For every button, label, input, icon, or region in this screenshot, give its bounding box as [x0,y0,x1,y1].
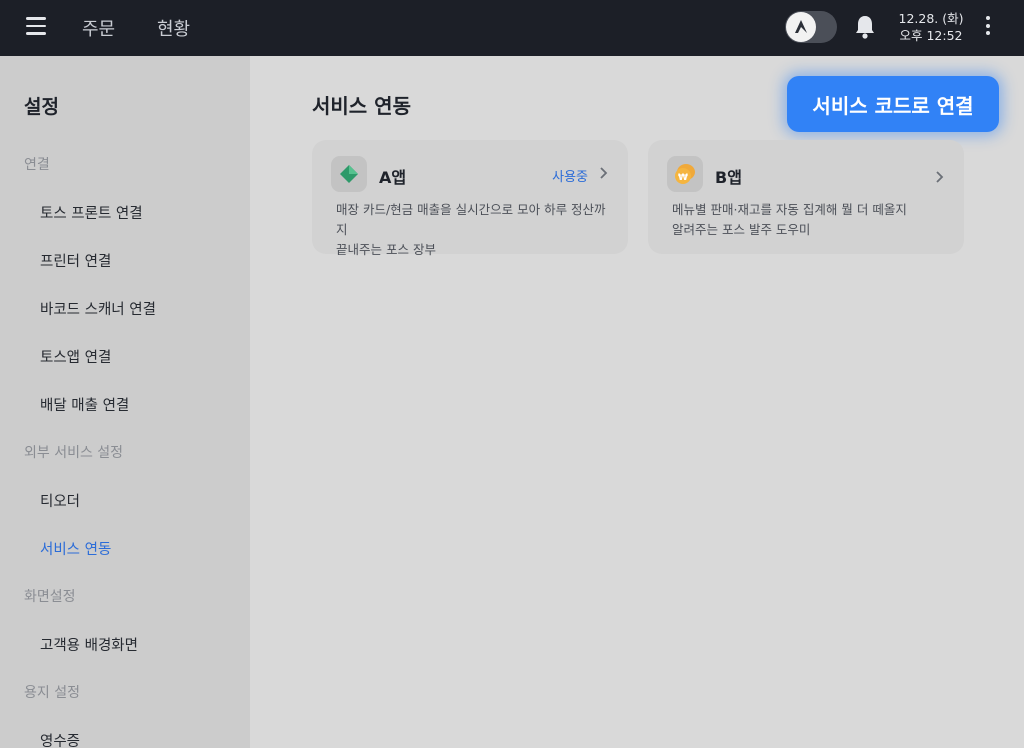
sidebar-item-toss-front[interactable]: 토스 프론트 연결 [40,202,143,223]
card-description: 매장 카드/현금 매출을 실시간으로 모아 하루 정산까지 끝내주는 포스 장부 [336,200,616,260]
sidebar-item-toss-app[interactable]: 토스앱 연결 [40,346,111,367]
section-external-services: 외부 서비스 설정 [24,445,124,461]
more-options-icon[interactable] [982,16,994,38]
tab-status[interactable]: 현황 [157,15,190,41]
card-desc-line: 알려주는 포스 발주 도우미 [672,222,811,237]
date-time: 12.28. (화) 오후 12:52 [896,10,966,44]
card-app-name: A앱 [379,168,407,187]
card-desc-line: 메뉴별 판매·재고를 자동 집계해 뭘 더 떼올지 [672,202,907,217]
time-text: 오후 12:52 [899,28,963,43]
tab-orders[interactable]: 주문 [82,15,115,41]
section-connection: 연결 [24,157,50,173]
green-diamond-icon [331,156,367,192]
card-app-name: B앱 [715,168,742,187]
card-description: 메뉴별 판매·재고를 자동 집계해 뭘 더 떼올지 알려주는 포스 발주 도우미 [672,200,952,240]
bell-icon[interactable] [853,14,877,40]
page-title: 서비스 연동 [312,94,411,118]
sidebar-item-barcode-scanner[interactable]: 바코드 스캐너 연결 [40,298,156,319]
status-badge: 사용중 [552,170,588,185]
sidebar-item-receipt[interactable]: 영수증 [40,730,80,748]
sidebar-item-tiorder[interactable]: 티오더 [40,490,80,511]
chevron-right-icon [600,167,608,179]
service-card-a[interactable]: A앱 사용중 매장 카드/현금 매출을 실시간으로 모아 하루 정산까지 끝내주… [312,140,628,257]
toggle-knob [786,12,816,42]
connect-by-code-button[interactable]: 서비스 코드로 연결 [787,76,999,132]
sidebar-item-customer-wallpaper[interactable]: 고객용 배경화면 [40,634,138,655]
pos-logo-icon [795,20,807,33]
svg-text:₩: ₩ [678,173,688,183]
section-display-settings: 화면설정 [24,589,76,605]
chevron-right-icon [936,171,944,183]
main-content: 서비스 연동 서비스 코드로 연결 A앱 사용중 매장 카드/현금 매출을 실시… [250,56,1024,748]
settings-sidebar: 설정 연결 토스 프론트 연결 프린터 연결 바코드 스캐너 연결 토스앱 연결… [0,56,250,748]
service-card-b[interactable]: ₩ B앱 메뉴별 판매·재고를 자동 집계해 뭘 더 떼올지 알려주는 포스 발… [648,140,964,254]
card-desc-line: 끝내주는 포스 장부 [336,242,436,257]
date-text: 12.28. (화) [898,11,964,26]
sidebar-item-service-integration[interactable]: 서비스 연동 [40,538,111,559]
card-desc-line: 매장 카드/현금 매출을 실시간으로 모아 하루 정산까지 [336,202,606,237]
section-paper-settings: 용지 설정 [24,685,80,701]
mode-toggle[interactable] [785,11,837,43]
sidebar-item-printer[interactable]: 프린터 연결 [40,250,111,271]
sidebar-title: 설정 [24,96,59,118]
sidebar-item-delivery-sales[interactable]: 배달 매출 연결 [40,394,129,415]
top-bar: 주문 현황 12.28. (화) 오후 12:52 [0,0,1024,56]
menu-icon[interactable] [26,17,46,37]
won-coin-icon: ₩ [667,156,703,192]
